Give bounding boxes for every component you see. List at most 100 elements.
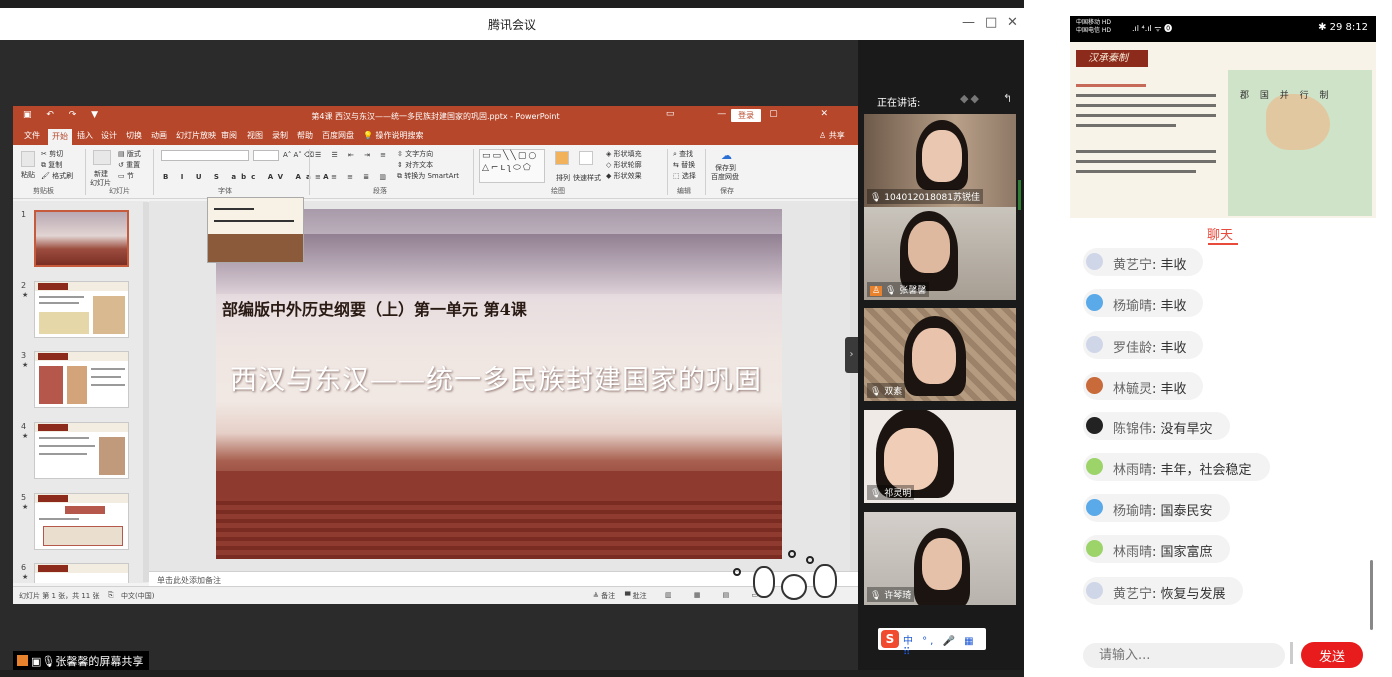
paste-icon[interactable]: [21, 151, 35, 167]
cut-button[interactable]: ✂ 剪切: [41, 149, 63, 159]
tab-record[interactable]: 录制: [272, 130, 288, 141]
slide-thumbnail[interactable]: [34, 210, 129, 267]
tab-design[interactable]: 设计: [101, 130, 117, 141]
participant-name: 🎙 许琴琦: [867, 587, 915, 602]
slides-group-label: 幻灯片: [109, 187, 130, 195]
ribbon-separator: [667, 149, 668, 195]
phone-mini-video[interactable]: [207, 197, 304, 263]
align-buttons[interactable]: ≡ ≡ ≡ ≣ ▥: [315, 173, 390, 181]
collapse-panel-button[interactable]: ›: [845, 337, 858, 373]
notes-toggle[interactable]: ≜ 备注: [593, 591, 615, 601]
reply-arrow-icon[interactable]: ↰: [1003, 92, 1012, 105]
section-label: 节: [126, 172, 134, 180]
tell-me-search[interactable]: 💡 操作说明搜索: [363, 130, 424, 141]
text-direction-button[interactable]: ⇳ 文字方向: [397, 149, 433, 159]
mascot-character: [813, 564, 837, 598]
chat-scrollbar[interactable]: [1370, 560, 1373, 630]
tab-review[interactable]: 审阅: [221, 130, 237, 141]
tab-transitions[interactable]: 切换: [126, 130, 142, 141]
chat-sender: 黄艺宁: [1113, 258, 1153, 273]
chat-tab[interactable]: 聊天: [1207, 224, 1233, 243]
arrange-button[interactable]: 排列: [556, 173, 570, 183]
slide-thumbnail[interactable]: [34, 563, 129, 583]
clipboard-group-label: 剪贴板: [33, 187, 54, 195]
minimize-button[interactable]: —: [962, 15, 975, 30]
chat-avatar: [1086, 253, 1103, 270]
ppt-window-controls[interactable]: ▭ — ▢ ✕: [666, 109, 848, 119]
font-size-dropdown[interactable]: [253, 150, 279, 161]
chat-avatar: [1086, 336, 1103, 353]
view-buttons[interactable]: ▥ ▦ ▤ ▭: [665, 591, 768, 599]
chat-sender: 杨瑜晴: [1113, 299, 1153, 314]
maximize-button[interactable]: □: [985, 15, 997, 30]
share-button[interactable]: ♙ 共享: [819, 130, 845, 141]
tab-home[interactable]: 开始: [48, 129, 72, 145]
layout-button[interactable]: ▤ 版式: [118, 149, 141, 159]
slide-thumbnail[interactable]: [34, 422, 129, 479]
tab-insert[interactable]: 插入: [77, 130, 93, 141]
font-style-buttons[interactable]: B I U S abc AV Aa A: [163, 173, 334, 181]
reset-button[interactable]: ↺ 重置: [118, 160, 140, 170]
chat-content: 丰收: [1160, 382, 1187, 397]
ime-controls[interactable]: 中 °, 🎤 ▦ ⠿: [903, 632, 986, 658]
send-button[interactable]: 发送: [1301, 642, 1363, 668]
section-button[interactable]: ▭ 节: [118, 171, 134, 181]
slide-thumbnail[interactable]: [34, 351, 129, 408]
comments-toggle[interactable]: ▀ 批注: [625, 591, 647, 601]
participant-name: ♙ 🎙 张馨馨: [867, 282, 930, 297]
select-button[interactable]: ⬚ 选择: [673, 171, 696, 181]
replace-button[interactable]: ⇆ 替换: [673, 160, 695, 170]
ribbon-separator: [309, 149, 310, 195]
quick-styles-button[interactable]: 快速样式: [573, 173, 601, 183]
video-tile[interactable]: 🎙 双素: [864, 308, 1016, 401]
video-tile[interactable]: 🎙 许琴琦: [864, 512, 1016, 605]
thumb-image: [39, 312, 89, 334]
quick-styles-icon[interactable]: [579, 151, 593, 165]
tab-animations[interactable]: 动画: [151, 130, 167, 141]
notes-pane[interactable]: 单击此处添加备注: [149, 571, 858, 586]
copy-button[interactable]: ⧉ 复制: [41, 160, 62, 170]
new-slide-label: 幻灯片: [90, 179, 111, 187]
shape-outline-button[interactable]: ◇ 形状轮廓: [606, 160, 642, 170]
tab-file[interactable]: 文件: [24, 130, 40, 141]
tab-baidu[interactable]: 百度网盘: [322, 130, 354, 141]
baidu-cloud-icon[interactable]: ☁: [721, 149, 732, 162]
thumb-text-line: [39, 518, 79, 520]
participant-name: 🎙 祁灵明: [867, 485, 915, 500]
slide-thumbnail[interactable]: [34, 281, 129, 338]
shape-effects-button[interactable]: ◆ 形状效果: [606, 171, 642, 181]
penguin-mascot: [781, 574, 807, 600]
participant-name-text: 张馨馨: [899, 286, 927, 296]
paste-button[interactable]: 粘贴: [21, 170, 35, 180]
font-name-dropdown[interactable]: [161, 150, 249, 161]
participant-name-text: 104012018081苏锐佳: [884, 193, 981, 203]
arrange-icon[interactable]: [555, 151, 569, 165]
chat-text: 林雨晴: 丰年，社会稳定: [1113, 463, 1252, 478]
close-button[interactable]: ✕: [1007, 15, 1018, 30]
phone-slide-text-line: [1076, 170, 1196, 173]
chat-sender: 杨瑜晴: [1113, 504, 1153, 519]
ime-toolbar[interactable]: S 中 °, 🎤 ▦ ⠿: [878, 628, 986, 658]
slide-scrollbar[interactable]: [850, 201, 858, 571]
chat-text: 林毓灵: 丰收: [1113, 382, 1187, 397]
chat-input[interactable]: [1083, 643, 1285, 668]
mascot-character: [753, 566, 775, 598]
video-tile[interactable]: 🎙 104012018081苏锐佳: [864, 114, 1016, 207]
align-text-button[interactable]: ⇕ 对齐文本: [397, 160, 433, 170]
new-slide-icon[interactable]: [93, 150, 111, 165]
spell-check-icon[interactable]: ⎘: [108, 591, 114, 600]
save-to-label-2[interactable]: 百度网盘: [711, 172, 739, 182]
slide-background-texture: [216, 499, 782, 559]
slide-thumbnail[interactable]: [34, 493, 129, 550]
tab-help[interactable]: 帮助: [297, 130, 313, 141]
copy-label: 复制: [48, 161, 63, 169]
find-button[interactable]: ⌕ 查找: [673, 149, 693, 159]
shape-fill-button[interactable]: ◈ 形状填充: [606, 149, 642, 159]
tab-slideshow[interactable]: 幻灯片放映: [176, 130, 216, 141]
tab-view[interactable]: 视图: [247, 130, 263, 141]
smartart-button[interactable]: ⧉ 转换为 SmartArt: [397, 171, 459, 181]
video-tile[interactable]: ♙ 🎙 张馨馨: [864, 207, 1016, 300]
format-painter-button[interactable]: 🖌 格式刷: [41, 171, 73, 181]
list-buttons[interactable]: ☰ ☰ ⇤ ⇥ ≡: [315, 151, 390, 159]
video-tile[interactable]: 🎙 祁灵明: [864, 410, 1016, 503]
